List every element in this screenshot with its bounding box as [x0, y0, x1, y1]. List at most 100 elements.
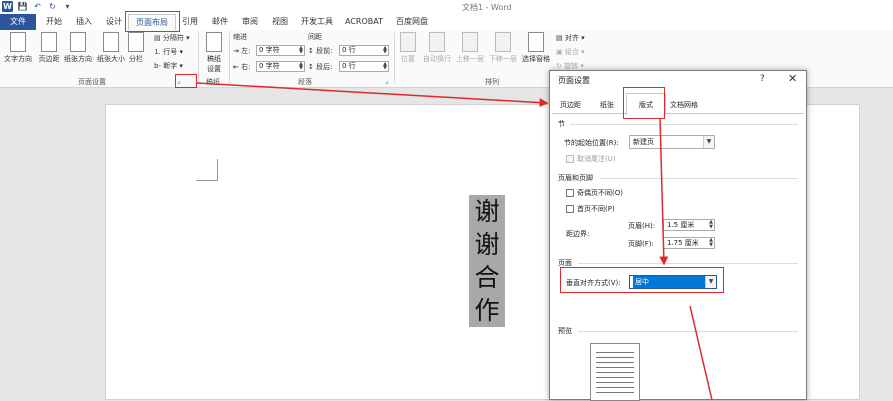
page-setup-dialog: 页面设置 ? ✕ 页边距 纸张 版式 文档网格 节 节的起始位置(R): 新建页… [549, 70, 807, 401]
dialog-tab-doc-grid[interactable]: 文档网格 [666, 97, 702, 114]
indent-left-label: ⇥ 左: [233, 47, 251, 55]
spin-arrows-icon[interactable]: ▲ ▼ [299, 46, 303, 55]
indent-right-value: 0 字符 [259, 62, 280, 70]
highlight-layout-dialog-tab [623, 87, 665, 119]
wrap-text-label: 自动换行 [423, 55, 451, 63]
size-button[interactable]: 纸张大小 [95, 32, 127, 64]
columns-icon [128, 32, 144, 52]
group-label: 组合 [564, 48, 579, 56]
vertical-text-selection[interactable]: 谢 谢 合 作 [469, 195, 505, 327]
suppress-endnotes-checkbox[interactable] [566, 155, 574, 163]
rotate-label: 旋转 [564, 62, 579, 70]
spacing-before-input[interactable]: 0 行 ▲ ▼ [339, 45, 389, 56]
tab-design[interactable]: 设计 [100, 14, 128, 30]
tab-file[interactable]: 文件 [0, 14, 36, 30]
dialog-tabs: 页边距 纸张 版式 文档网格 [552, 93, 804, 115]
margin-corner-mark [196, 159, 218, 181]
chevron-down-icon: ▼ [703, 136, 714, 148]
layout-preview [590, 343, 640, 401]
spacing-before-label: ↕ 段前: [308, 47, 333, 55]
margins-icon [41, 32, 57, 52]
bring-forward-button[interactable]: 上移一层 [454, 32, 486, 64]
separator [229, 33, 230, 83]
tab-references[interactable]: 引用 [176, 14, 204, 30]
orientation-button[interactable]: 纸张方向 [62, 32, 94, 64]
separator [198, 33, 199, 83]
tab-review[interactable]: 审阅 [236, 14, 264, 30]
first-page-checkbox[interactable] [566, 205, 574, 213]
margins-label: 页边距 [38, 55, 60, 63]
header-distance-input[interactable]: 1.5 厘米 ▲ ▼ [663, 219, 715, 231]
spacing-after-label: ↕ 段后: [308, 63, 333, 71]
breaks-label: 分隔符 [162, 34, 184, 42]
redo-icon[interactable]: ↻ [47, 1, 58, 12]
spin-arrows-icon[interactable]: ▲ ▼ [299, 62, 303, 71]
paragraph-launcher-icon[interactable]: ⌟ [385, 77, 388, 85]
footer-distance-input[interactable]: 1.75 厘米 ▲ ▼ [663, 237, 715, 249]
footer-distance-label: 页脚(F): [628, 240, 654, 248]
dialog-tab-paper[interactable]: 纸张 [596, 97, 618, 114]
preview-heading: 预览 [558, 327, 572, 335]
selection-pane-icon [528, 32, 544, 52]
line-numbers-button[interactable]: ⒈ 行号 ▾ [154, 47, 183, 57]
selection-pane-button[interactable]: 选择窗格 [520, 32, 552, 64]
hyphenation-button[interactable]: b- 断字 ▾ [154, 61, 183, 71]
quick-access-toolbar: W 💾 ↶ ↻ ▾ [2, 1, 73, 12]
tab-baidu[interactable]: 百度网盘 [392, 14, 432, 30]
preview-line [596, 382, 634, 383]
tab-view[interactable]: 视图 [266, 14, 294, 30]
section-start-value: 新建页 [633, 138, 654, 146]
undo-icon[interactable]: ↶ [32, 1, 43, 12]
preview-line [596, 392, 634, 393]
position-button[interactable]: 位置 [395, 32, 421, 64]
spin-arrows-icon[interactable]: ▲ ▼ [709, 238, 713, 248]
header-distance-label: 页眉(H): [628, 222, 656, 230]
breaks-button[interactable]: ▤ 分隔符 ▾ [154, 33, 190, 43]
tab-acrobat[interactable]: ACROBAT [342, 14, 386, 30]
save-icon[interactable]: 💾 [17, 1, 28, 12]
hyphenation-label: 断字 [163, 62, 178, 70]
highlight-vertical-alignment [560, 267, 724, 293]
group-button[interactable]: ▣ 组合 ▾ [556, 47, 585, 57]
divider [600, 178, 798, 179]
close-icon[interactable]: ✕ [788, 72, 797, 85]
spin-arrows-icon[interactable]: ▲ ▼ [383, 46, 387, 55]
line-numbers-label: 行号 [163, 48, 178, 56]
margins-button[interactable]: 页边距 [33, 32, 65, 64]
draft-settings-button[interactable]: 稿纸 设置 [200, 32, 228, 74]
text-direction-button[interactable]: 文字方向 [2, 32, 34, 64]
spin-arrows-icon[interactable]: ▲ ▼ [383, 62, 387, 71]
send-backward-button[interactable]: 下移一层 [487, 32, 519, 64]
dialog-title: 页面设置 [558, 76, 590, 85]
preview-line [596, 367, 634, 368]
indent-left-text: 左: [241, 47, 251, 55]
tab-insert[interactable]: 插入 [70, 14, 98, 30]
spacing-after-value: 0 行 [342, 62, 356, 70]
draft-paper-icon [206, 32, 222, 52]
help-icon[interactable]: ? [760, 74, 765, 84]
spin-arrows-icon[interactable]: ▲ ▼ [709, 220, 713, 230]
preview-line [596, 377, 634, 378]
preview-line [596, 372, 634, 373]
tab-developer[interactable]: 开发工具 [296, 14, 338, 30]
word-logo-icon: W [2, 1, 13, 12]
size-label: 纸张大小 [97, 55, 125, 63]
spacing-after-input[interactable]: 0 行 ▲ ▼ [339, 61, 389, 72]
doc-char: 谢 [474, 197, 500, 226]
section-start-select[interactable]: 新建页 ▼ [629, 135, 715, 149]
indent-right-input[interactable]: 0 字符 ▲ ▼ [256, 61, 305, 72]
columns-button[interactable]: 分栏 [124, 32, 148, 64]
draft-label-1: 稿纸 [207, 55, 221, 63]
wrap-text-button[interactable]: 自动换行 [421, 32, 453, 64]
indent-left-input[interactable]: 0 字符 ▲ ▼ [256, 45, 305, 56]
customize-qat-icon[interactable]: ▾ [62, 1, 73, 12]
highlight-layout-tab [125, 11, 180, 32]
divider [578, 263, 798, 264]
tab-mailings[interactable]: 邮件 [206, 14, 234, 30]
orientation-icon [70, 32, 86, 52]
odd-even-checkbox[interactable] [566, 189, 574, 197]
dialog-tab-margins[interactable]: 页边距 [556, 97, 585, 114]
section-heading: 节 [558, 120, 565, 128]
align-button[interactable]: ▤ 对齐 ▾ [556, 33, 585, 43]
tab-home[interactable]: 开始 [40, 14, 68, 30]
